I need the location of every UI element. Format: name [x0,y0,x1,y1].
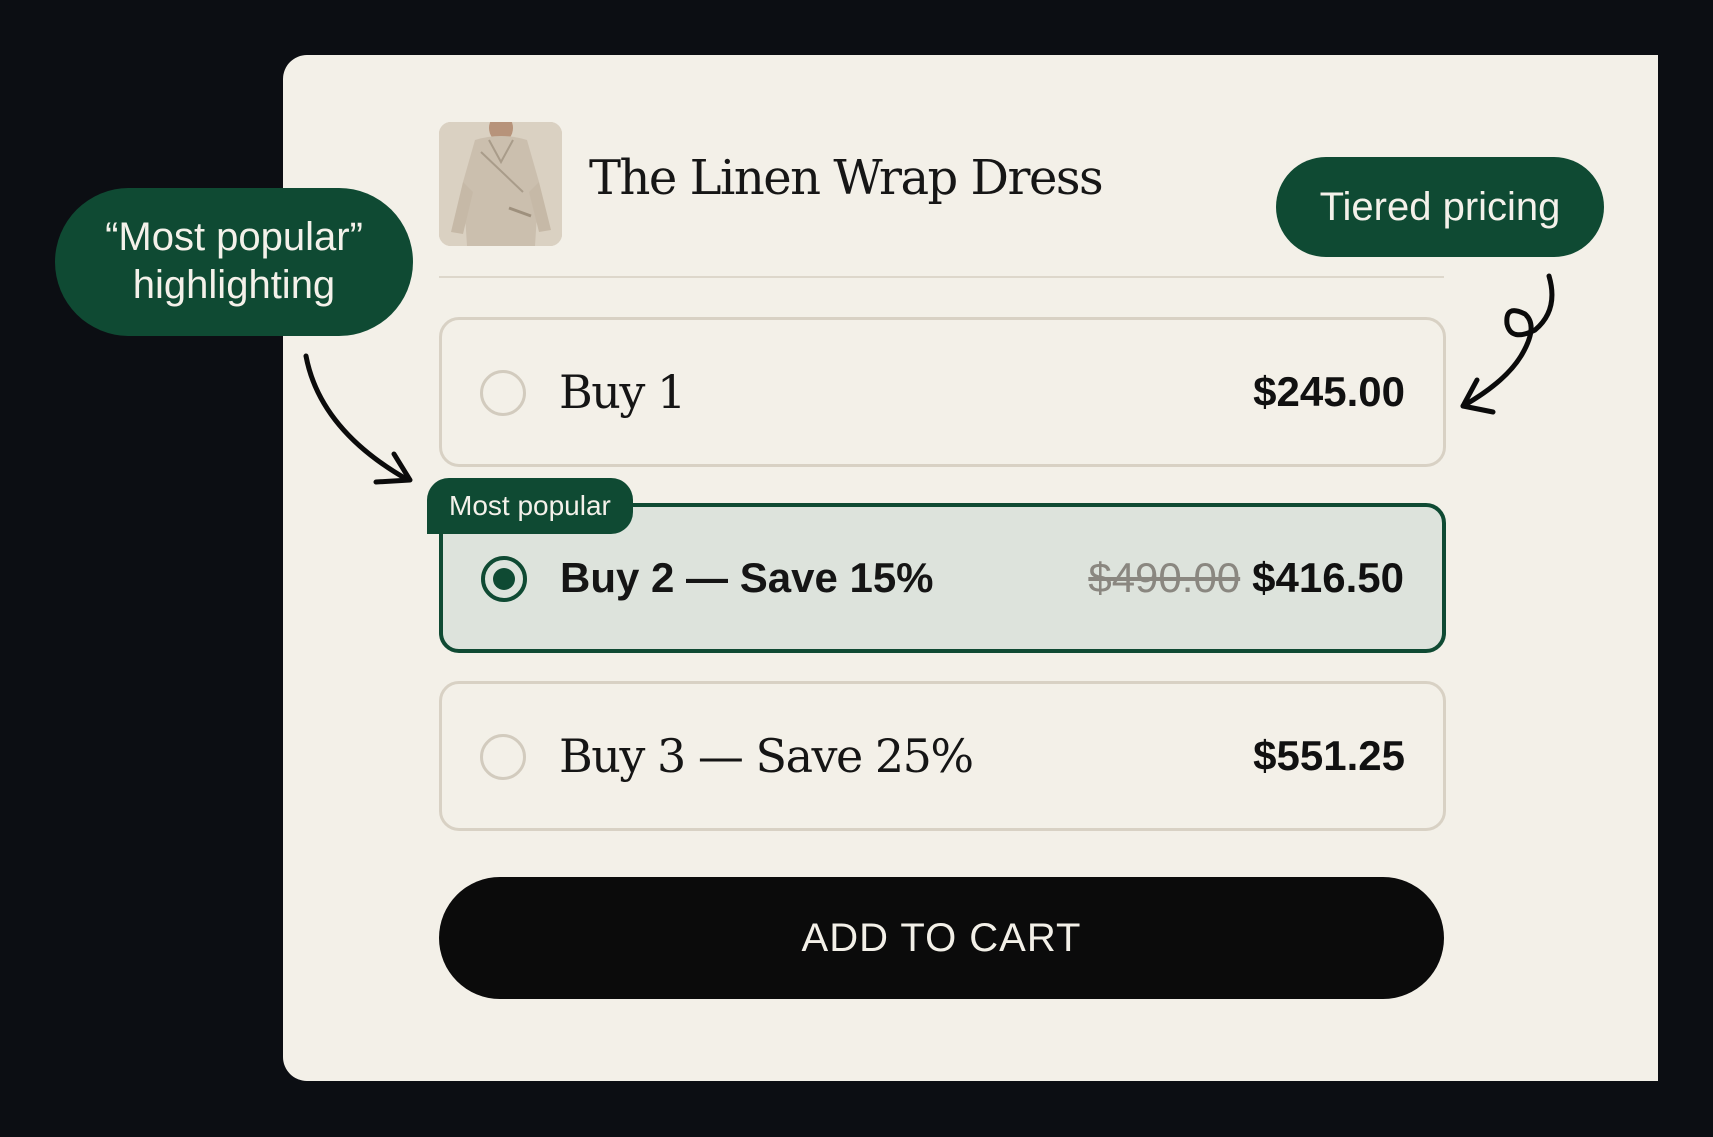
option-price-wrap: $490.00 $416.50 [1088,554,1404,602]
callout-tiered-pricing: Tiered pricing [1276,157,1604,257]
option-price-wrap: $551.25 [1253,732,1405,780]
radio-dot [493,568,515,590]
radio-unchecked-icon[interactable] [480,370,526,416]
option-price: $551.25 [1253,732,1405,779]
option-price-wrap: $245.00 [1253,368,1405,416]
product-title: The Linen Wrap Dress [589,150,1104,206]
add-to-cart-button[interactable]: ADD TO CART [439,877,1444,999]
curved-arrow-icon [303,353,413,485]
option-label: Buy 2 — Save 15% [560,554,934,601]
radio-unchecked-icon[interactable] [480,734,526,780]
radio-checked-icon[interactable] [481,556,527,602]
callout-line: highlighting [132,263,336,307]
callout-most-popular: “Most popular” highlighting [55,188,413,336]
product-thumbnail [439,122,562,246]
most-popular-badge: Most popular [427,478,633,534]
divider [439,276,1444,278]
callout-line: “Most popular” [105,215,363,259]
product-image [439,122,562,246]
option-label: Buy 1 [559,365,686,419]
option-price: $245.00 [1253,368,1405,415]
option-old-price: $490.00 [1088,554,1241,601]
option-price: $416.50 [1252,554,1404,601]
option-buy-1[interactable]: Buy 1 $245.00 [439,317,1446,467]
option-buy-3[interactable]: Buy 3 — Save 25% $551.25 [439,681,1446,831]
option-label: Buy 3 — Save 25% [559,729,974,783]
loop-arrow-icon [1460,273,1555,415]
